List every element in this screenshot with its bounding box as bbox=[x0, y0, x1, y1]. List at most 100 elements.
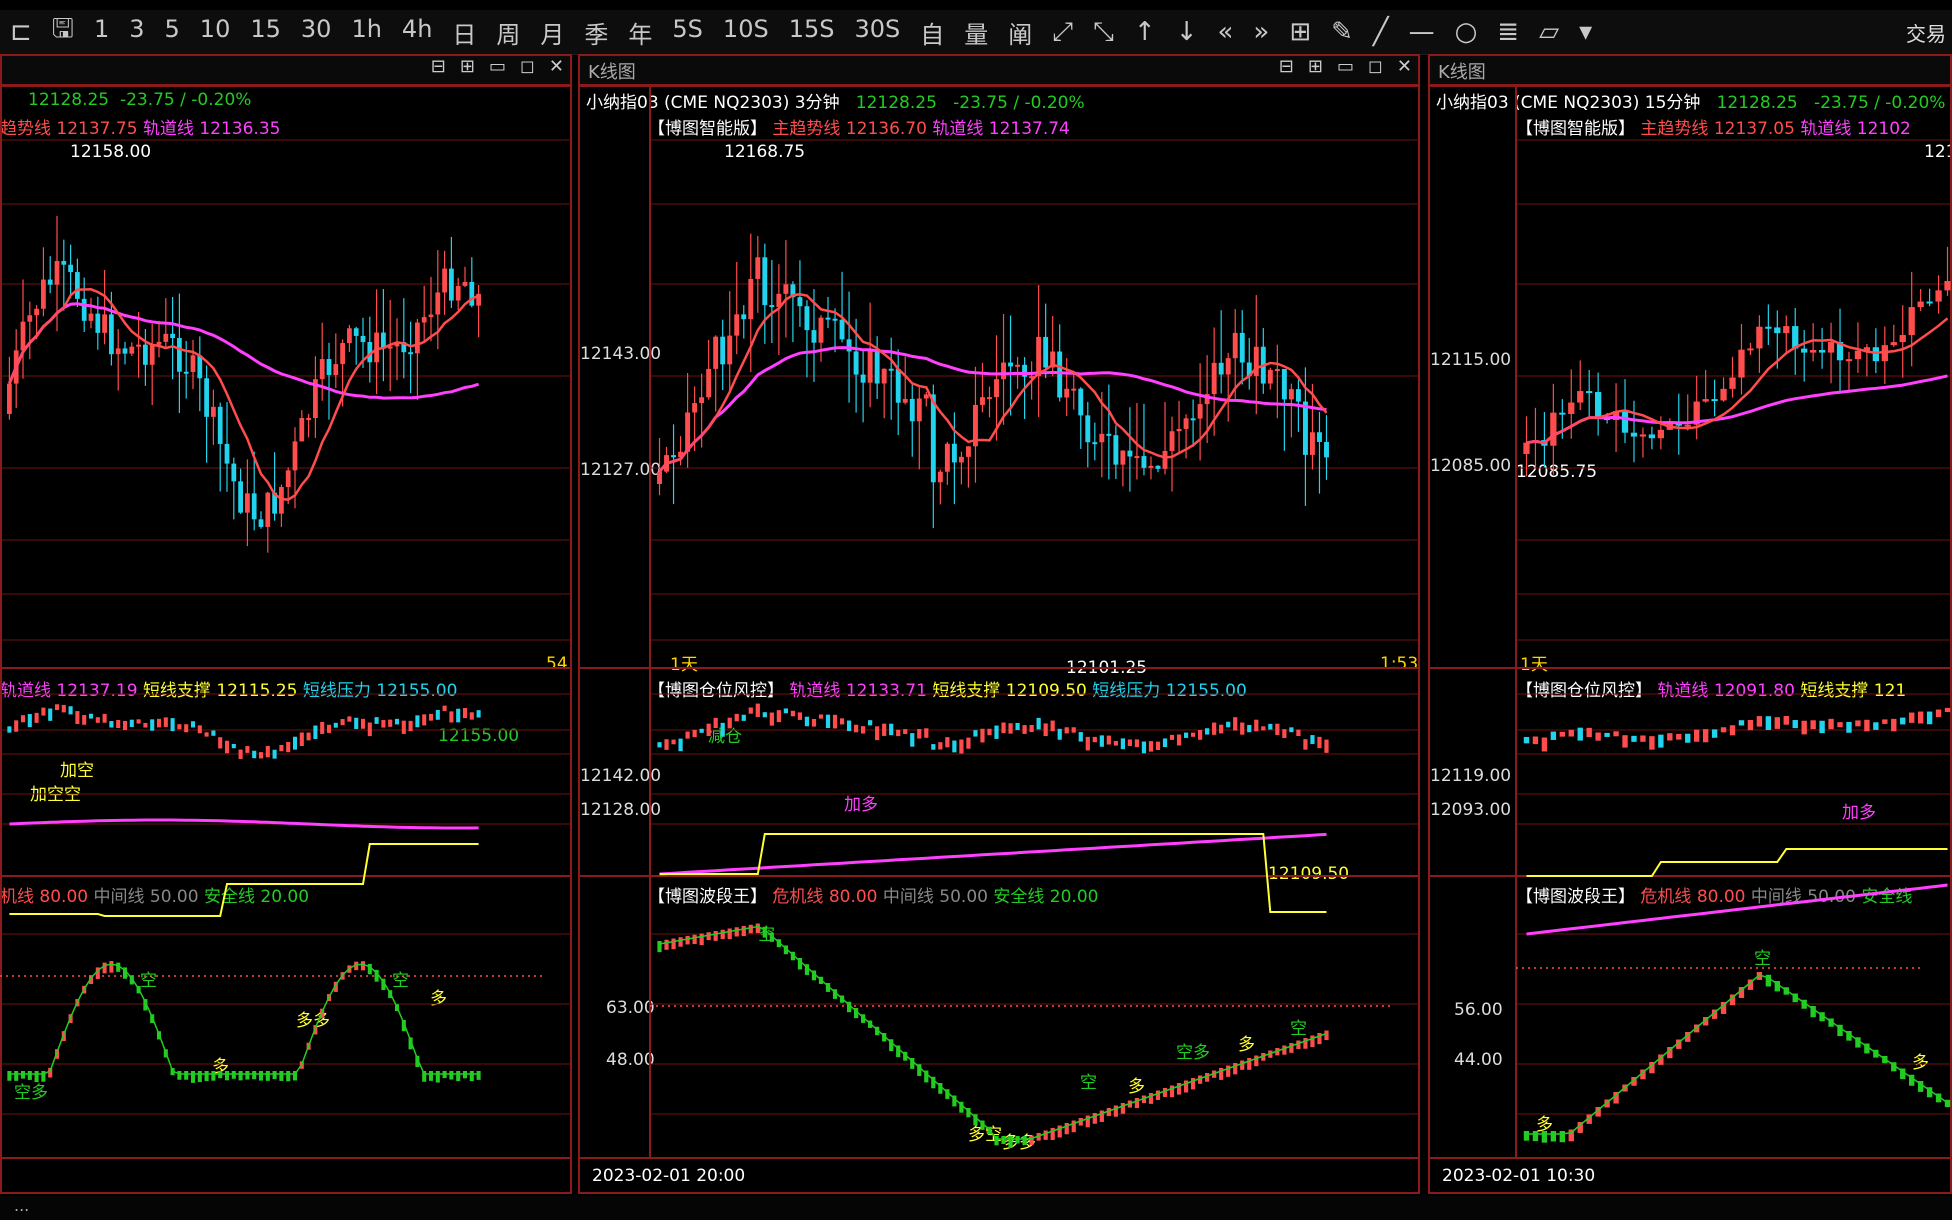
pencil-icon[interactable]: ✎ bbox=[1321, 17, 1363, 48]
risk-bar bbox=[1694, 729, 1700, 742]
wave-bar bbox=[1205, 1073, 1210, 1082]
trade-button[interactable]: 交易 bbox=[1906, 18, 1946, 47]
wave-bar bbox=[238, 1071, 243, 1081]
candle-body bbox=[1324, 441, 1329, 458]
chart-canvas[interactable] bbox=[578, 54, 1420, 1194]
wave-bar bbox=[657, 941, 662, 953]
layout-icon[interactable]: ⊏ bbox=[0, 17, 42, 47]
risk-bar bbox=[1595, 732, 1601, 741]
risk-bar bbox=[1828, 718, 1834, 730]
period-button-13[interactable]: 5S bbox=[662, 15, 713, 50]
period-button-3[interactable]: 10 bbox=[190, 15, 241, 50]
risk-bar bbox=[1071, 727, 1076, 733]
wave-bar bbox=[1134, 1098, 1140, 1109]
chart-canvas[interactable] bbox=[1428, 54, 1952, 1194]
risk-bar bbox=[1917, 711, 1924, 724]
period-button-6[interactable]: 1h bbox=[341, 15, 391, 50]
wave-bar bbox=[428, 1071, 434, 1081]
candle-body bbox=[1225, 358, 1231, 375]
candle-body bbox=[1190, 418, 1196, 421]
period-button-9[interactable]: 周 bbox=[486, 15, 530, 50]
circle-icon[interactable]: ○ bbox=[1445, 17, 1488, 48]
candle-body bbox=[462, 281, 468, 286]
period-button-15[interactable]: 15S bbox=[779, 15, 845, 50]
candle-body bbox=[839, 319, 845, 340]
risk-bar bbox=[435, 709, 440, 720]
risk-bar bbox=[354, 717, 359, 729]
risk-bar bbox=[776, 710, 781, 723]
candle-body bbox=[449, 268, 454, 301]
expand-icon[interactable]: ⤢ bbox=[1042, 17, 1083, 48]
candle-body bbox=[81, 298, 87, 321]
period-button-19[interactable]: 阐 bbox=[998, 15, 1042, 50]
risk-bar bbox=[959, 739, 964, 754]
candle-body bbox=[804, 306, 810, 331]
risk-bar bbox=[252, 750, 257, 759]
candle-body bbox=[217, 406, 223, 444]
risk-bar bbox=[469, 712, 474, 720]
candle-body bbox=[1854, 350, 1862, 360]
period-button-8[interactable]: 日 bbox=[442, 15, 486, 50]
period-button-2[interactable]: 5 bbox=[155, 15, 190, 50]
period-button-12[interactable]: 年 bbox=[618, 15, 662, 50]
candle-body bbox=[156, 341, 162, 345]
period-button-16[interactable]: 30S bbox=[844, 15, 910, 50]
candle-body bbox=[285, 470, 291, 488]
candle-body bbox=[421, 317, 427, 323]
compress-icon[interactable]: ⤡ bbox=[1083, 17, 1124, 48]
risk-bar bbox=[1289, 727, 1294, 733]
risk-bar bbox=[748, 707, 753, 714]
double-right-icon[interactable]: » bbox=[1243, 17, 1279, 48]
hline-icon[interactable]: — bbox=[1399, 17, 1445, 48]
period-button-1[interactable]: 3 bbox=[119, 15, 154, 50]
period-button-7[interactable]: 4h bbox=[392, 15, 442, 50]
wave-bar bbox=[1550, 1131, 1557, 1142]
candle-body bbox=[265, 492, 271, 527]
period-button-18[interactable]: 量 bbox=[954, 15, 998, 50]
wave-bar bbox=[279, 1071, 284, 1081]
fib-icon[interactable]: ≣ bbox=[1487, 17, 1529, 48]
risk-bar bbox=[292, 736, 298, 750]
period-button-17[interactable]: 自 bbox=[910, 15, 954, 50]
arrow-down-icon[interactable]: ↓ bbox=[1166, 17, 1208, 48]
candle-body bbox=[1577, 391, 1584, 403]
risk-bar bbox=[272, 749, 277, 759]
grid-icon[interactable]: ⊞ bbox=[1279, 17, 1321, 48]
period-button-5[interactable]: 30 bbox=[291, 15, 342, 50]
dropdown-icon[interactable]: ▾ bbox=[1569, 17, 1602, 48]
wave-bar bbox=[1523, 1131, 1530, 1141]
risk-bar bbox=[136, 719, 141, 724]
risk-bar bbox=[1926, 711, 1933, 725]
period-button-10[interactable]: 月 bbox=[530, 15, 574, 50]
line-icon[interactable]: ╱ bbox=[1363, 17, 1399, 48]
chart-pane-3min[interactable]: K线图 ⊟ ⊞ ▭ ◻ ✕ 小纳指03 (CME NQ2303) 3分钟 121… bbox=[578, 54, 1420, 1194]
risk-bar bbox=[476, 710, 481, 718]
period-button-14[interactable]: 10S bbox=[713, 15, 779, 50]
double-left-icon[interactable]: « bbox=[1207, 17, 1243, 48]
risk-bar bbox=[388, 719, 393, 727]
chart-canvas[interactable] bbox=[0, 54, 572, 1194]
channel-icon[interactable]: ▱ bbox=[1529, 17, 1569, 48]
risk-bar bbox=[875, 726, 880, 741]
candle-body bbox=[1926, 301, 1933, 304]
save-icon[interactable]: 🖫 bbox=[42, 10, 84, 54]
candle-body bbox=[1720, 388, 1727, 401]
risk-bar bbox=[1864, 719, 1870, 732]
risk-bar bbox=[1568, 729, 1574, 737]
status-text: ... bbox=[14, 1196, 30, 1215]
candle-body bbox=[783, 284, 789, 294]
candle-body bbox=[143, 344, 148, 365]
period-button-11[interactable]: 季 bbox=[574, 15, 618, 50]
candle-body bbox=[211, 406, 216, 417]
period-button-4[interactable]: 15 bbox=[240, 15, 291, 50]
arrow-up-icon[interactable]: ↑ bbox=[1124, 17, 1166, 48]
chart-pane-left[interactable]: ⊟ ⊞ ▭ ◻ ✕ 12128.25 -23.75 / -0.20% 趋势线 1… bbox=[0, 54, 572, 1194]
chart-pane-15min[interactable]: K线图 小纳指03 (CME NQ2303) 15分钟 12128.25 -23… bbox=[1428, 54, 1952, 1194]
candle-body bbox=[692, 403, 698, 413]
candle-body bbox=[980, 397, 985, 405]
risk-bar bbox=[122, 720, 128, 731]
candle-body bbox=[408, 352, 413, 355]
period-button-0[interactable]: 1 bbox=[84, 15, 119, 50]
wave-bar bbox=[1022, 1136, 1027, 1145]
risk-bar bbox=[163, 717, 168, 727]
